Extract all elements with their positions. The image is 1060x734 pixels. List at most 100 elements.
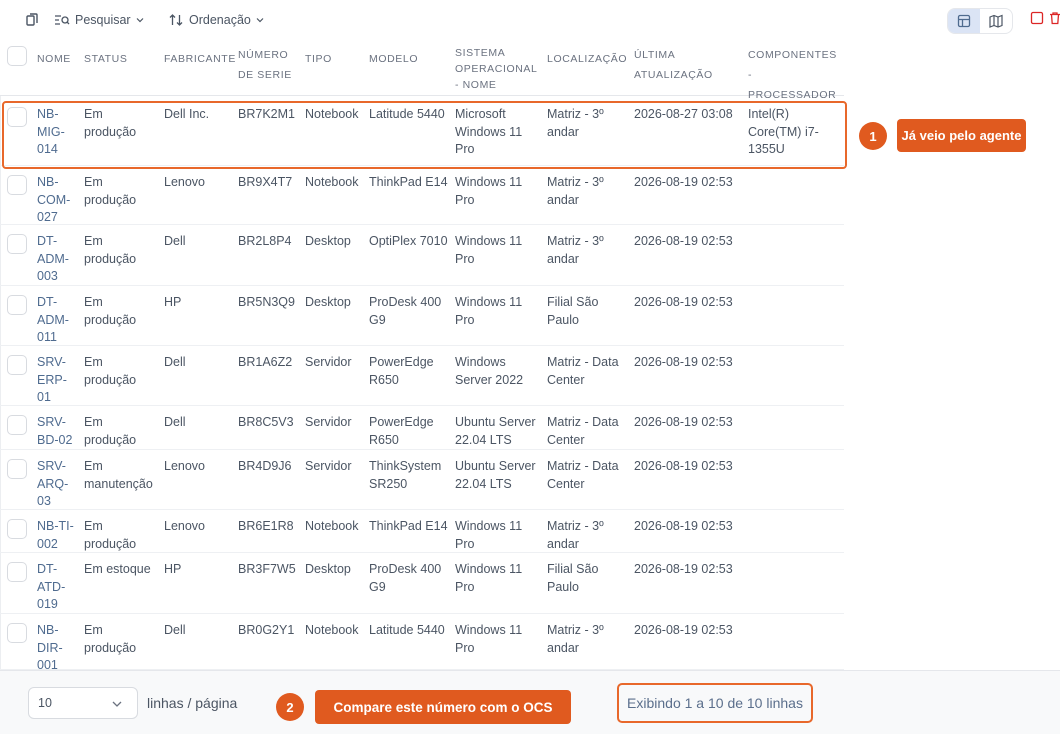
annotation-callout-2: Compare este número com o OCS	[315, 690, 571, 724]
row-checkbox[interactable]	[7, 623, 27, 643]
cell-tipo: Servidor	[305, 355, 352, 369]
col-header-sistema-operacional[interactable]: SISTEMA OPERACIONAL - NOME	[455, 45, 543, 93]
row-checkbox[interactable]	[7, 459, 27, 479]
checkbox-outline-icon[interactable]	[1030, 11, 1044, 25]
col-header-fabricante[interactable]: FABRICANTE	[164, 49, 236, 69]
cell-fabricante: Dell	[164, 415, 186, 429]
table-row[interactable]: SRV-BD-02 Em produção Dell BR8C5V3 Servidor P…	[0, 406, 844, 450]
cell-atualizacao: 2026-08-19 02:53	[634, 623, 733, 637]
cell-tipo: Notebook	[305, 519, 359, 533]
col-header-status[interactable]: STATUS	[84, 49, 127, 69]
search-dropdown[interactable]: Pesquisar	[54, 10, 144, 30]
table-row[interactable]: DT-ADM-011 Em produção HP BR5N3Q9 Desktop Pro…	[0, 286, 844, 346]
col-header-nome[interactable]: NOME	[37, 49, 71, 69]
table-row[interactable]: SRV-ERP-01 Em produção Dell BR1A6Z2 Servidor…	[0, 346, 844, 406]
cell-fabricante: Lenovo	[164, 175, 206, 189]
cell-atualizacao: 2026-08-19 02:53	[634, 519, 733, 533]
cell-nome[interactable]: SRV-BD-02	[37, 414, 77, 449]
annotation-callout-1: Já veio pelo agente	[897, 119, 1026, 152]
cell-local: Matriz - Data Center	[547, 415, 619, 447]
cell-atualizacao: 2026-08-19 02:53	[634, 234, 733, 248]
col-header-numero-serie[interactable]: NÚMERO DE SERIE	[238, 45, 298, 85]
cell-status: Em produção	[84, 415, 137, 447]
row-checkbox[interactable]	[7, 175, 27, 195]
table-row[interactable]: NB-DIR-001 Em produção Dell BR0G2Y1 Notebook…	[0, 614, 844, 672]
col-header-ultima-atualizacao[interactable]: ÚLTIMA ATUALIZAÇÃO	[634, 45, 718, 85]
select-all-checkbox[interactable]	[7, 46, 27, 66]
col-header-localizacao[interactable]: LOCALIZAÇÃO	[547, 49, 627, 69]
cell-nome[interactable]: SRV-ARQ-03	[37, 458, 77, 511]
cell-nome[interactable]: NB-TI-002	[37, 518, 77, 553]
cell-status: Em produção	[84, 355, 137, 387]
page-size-value: 10	[38, 696, 52, 710]
cell-so: Windows 11 Pro	[455, 295, 523, 327]
cell-local: Matriz - 3º andar	[547, 175, 604, 207]
cell-serie: BR3F7W5	[238, 562, 296, 576]
cell-tipo: Desktop	[305, 562, 351, 576]
cell-tipo: Desktop	[305, 295, 351, 309]
cell-atualizacao: 2026-08-19 02:53	[634, 415, 733, 429]
view-toggle-group	[947, 8, 1013, 34]
highlight-box-row-1	[2, 101, 847, 169]
cell-status: Em produção	[84, 175, 137, 207]
cell-serie: BR2L8P4	[238, 234, 292, 248]
cell-atualizacao: 2026-08-19 02:53	[634, 175, 733, 189]
cell-serie: BR0G2Y1	[238, 623, 295, 637]
pagination-footer: 10 linhas / página 2 Compare este número…	[0, 670, 1060, 734]
cell-nome[interactable]: DT-ATD-019	[37, 561, 77, 614]
sort-dropdown[interactable]: Ordenação	[168, 10, 264, 30]
cell-nome[interactable]: SRV-ERP-01	[37, 354, 77, 407]
cell-fabricante: Dell	[164, 234, 186, 248]
row-checkbox[interactable]	[7, 295, 27, 315]
cell-fabricante: HP	[164, 295, 182, 309]
cell-status: Em produção	[84, 234, 137, 266]
cell-nome[interactable]: NB-DIR-001	[37, 622, 77, 675]
cell-so: Windows 11 Pro	[455, 562, 523, 594]
cell-local: Matriz - 3º andar	[547, 623, 604, 655]
table-row[interactable]: DT-ADM-003 Em produção Dell BR2L8P4 Desktop O…	[0, 225, 844, 286]
bookmark-icon[interactable]	[24, 10, 40, 30]
search-list-icon	[55, 15, 70, 25]
cell-nome[interactable]: DT-ADM-003	[37, 233, 77, 286]
cell-modelo: PowerEdge R650	[369, 415, 434, 447]
table-row[interactable]: NB-TI-002 Em produção Lenovo BR6E1R8 Noteboo…	[0, 510, 844, 553]
cell-tipo: Notebook	[305, 175, 359, 189]
row-checkbox[interactable]	[7, 519, 27, 539]
cell-modelo: ProDesk 400 G9	[369, 562, 442, 594]
cell-tipo: Desktop	[305, 234, 351, 248]
cell-nome[interactable]: NB-COM-027	[37, 174, 77, 227]
col-header-modelo[interactable]: MODELO	[369, 49, 418, 69]
cell-serie: BR9X4T7	[238, 175, 293, 189]
page-size-select[interactable]: 10	[28, 687, 138, 719]
cell-modelo: ThinkPad E14	[369, 519, 448, 533]
cell-so: Ubuntu Server 22.04 LTS	[455, 459, 536, 491]
table-row[interactable]: DT-ATD-019 Em estoque HP BR3F7W5 Desktop ProD…	[0, 553, 844, 614]
table-row[interactable]: NB-COM-027 Em produção Lenovo BR9X4T7 Notebo…	[0, 166, 844, 225]
table-row[interactable]: SRV-ARQ-03 Em manutenção Lenovo BR4D9J6 Serv…	[0, 450, 844, 510]
col-header-processador[interactable]: COMPONENTES - PROCESSADOR	[748, 45, 842, 105]
trash-icon[interactable]	[1048, 11, 1060, 25]
row-checkbox[interactable]	[7, 415, 27, 435]
row-checkbox[interactable]	[7, 355, 27, 375]
cell-local: Matriz - 3º andar	[547, 234, 604, 266]
cell-modelo: OptiPlex 7010	[369, 234, 448, 248]
cell-serie: BR6E1R8	[238, 519, 294, 533]
cell-status: Em estoque	[84, 562, 151, 576]
col-header-tipo[interactable]: TIPO	[305, 49, 332, 69]
cell-serie: BR8C5V3	[238, 415, 294, 429]
cell-tipo: Notebook	[305, 623, 359, 637]
cell-status: Em produção	[84, 295, 137, 327]
row-checkbox[interactable]	[7, 562, 27, 582]
cell-atualizacao: 2026-08-19 02:53	[634, 355, 733, 369]
map-view-button[interactable]	[980, 9, 1012, 33]
row-checkbox[interactable]	[7, 234, 27, 254]
cell-serie: BR1A6Z2	[238, 355, 293, 369]
chevron-down-icon	[112, 701, 122, 707]
cell-nome[interactable]: DT-ADM-011	[37, 294, 77, 347]
table-view-button[interactable]	[948, 9, 980, 33]
cell-so: Ubuntu Server 22.04 LTS	[455, 415, 536, 447]
sort-label: Ordenação	[189, 13, 251, 27]
search-label: Pesquisar	[75, 13, 131, 27]
chevron-down-icon	[136, 18, 144, 23]
cell-modelo: ThinkPad E14	[369, 175, 448, 189]
